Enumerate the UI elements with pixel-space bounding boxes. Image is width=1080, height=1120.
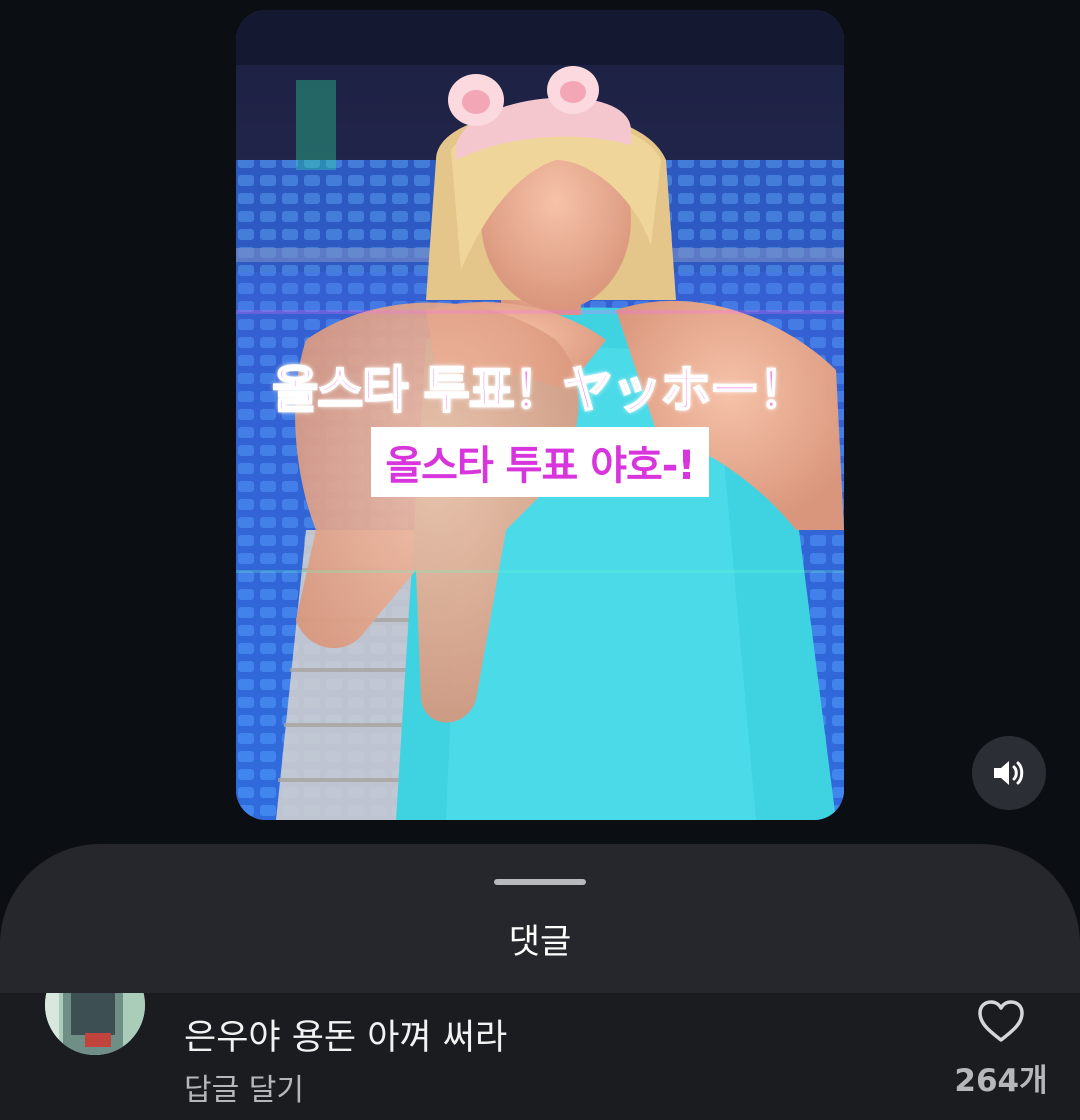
- heart-outline-icon[interactable]: [976, 998, 1026, 1044]
- speaker-volume-icon: [994, 761, 1024, 785]
- like-count: 264개: [954, 1063, 1048, 1099]
- video-player[interactable]: 올스타 투표！ヤッホー！ 올스타 투표 야호-!: [236, 10, 844, 820]
- video-caption-bottom: 올스타 투표 야호-!: [371, 427, 709, 497]
- comments-sheet-title: 댓글: [508, 922, 572, 962]
- sound-toggle-button[interactable]: [972, 736, 1046, 810]
- video-caption-top: 올스타 투표！ヤッホー！: [271, 360, 809, 420]
- video-caption-bottom-wrap: 올스타 투표 야호-!: [236, 427, 844, 497]
- comment-text: 은우야 용돈 아껴 써라: [184, 1018, 508, 1058]
- comment-list: 은우야 용돈 아껴 써라 답글 달기 264개: [0, 993, 1080, 1120]
- screen: 올스타 투표！ヤッホー！ 올스타 투표 야호-! 댓글 은우야 용돈 아껴 써라: [0, 0, 1080, 1120]
- avatar-image: [45, 993, 145, 1055]
- avatar[interactable]: [45, 993, 145, 1055]
- reply-button[interactable]: 답글 달기: [184, 1065, 304, 1109]
- sheet-drag-handle[interactable]: [494, 879, 586, 885]
